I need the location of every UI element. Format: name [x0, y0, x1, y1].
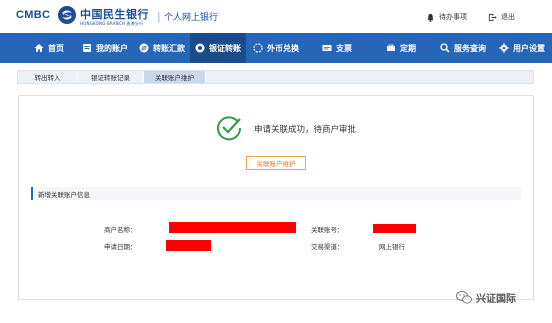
gear-icon: [499, 43, 509, 53]
site-title: 个人网上银行: [164, 13, 219, 23]
linked-account-label: 关联账号：: [311, 226, 344, 234]
account-icon: [83, 44, 91, 52]
logo-text-cn: 中国民生银行: [80, 8, 149, 21]
nav-label: 服务查询: [454, 43, 486, 53]
logo-text-en: CMBC: [16, 9, 51, 21]
logout-link[interactable]: 退出: [488, 12, 515, 22]
nav-label: 银证转账: [209, 43, 241, 53]
nav-item-securities-transfer[interactable]: 银证转账: [190, 33, 246, 63]
linked-account-maintenance-button[interactable]: 关联账户维护: [246, 156, 306, 170]
main-nav: 首页 我的账户 转账汇款 银证转账 外币兑换 支票 定期 服务查询 用户设置: [0, 33, 552, 63]
nav-label: 我的账户: [96, 43, 128, 53]
todo-label: 待办事项: [439, 13, 467, 21]
exchange-icon: [253, 43, 263, 53]
search-icon: [440, 43, 450, 53]
channel-label: 交易渠道：: [311, 243, 344, 251]
nav-item-service-query[interactable]: 服务查询: [434, 33, 492, 63]
cmbc-logo-icon: [58, 6, 76, 24]
watermark-text: 兴证国际: [476, 294, 516, 305]
transfer-icon: [139, 43, 149, 53]
logo-separator: |: [157, 10, 161, 23]
logout-label: 退出: [501, 13, 515, 21]
deposit-icon: [387, 44, 395, 51]
cheque-icon: [322, 45, 332, 51]
redacted-apply-date: [166, 240, 211, 251]
tab-linked-account-maintenance[interactable]: 关联账户维护: [144, 71, 206, 83]
redacted-linked-account: [373, 224, 416, 233]
subtab-bar: 转出转入 银证转账记录 关联账户维护: [17, 70, 534, 84]
nav-item-exchange[interactable]: 外币兑换: [246, 33, 306, 63]
tab-transfer-in-out[interactable]: 转出转入: [18, 71, 78, 83]
securities-transfer-icon: [195, 43, 205, 53]
watermark: 兴证国际: [456, 290, 516, 305]
nav-label: 用户设置: [513, 43, 545, 53]
nav-label: 外币兑换: [267, 43, 299, 53]
wechat-icon: [456, 291, 472, 304]
todo-link[interactable]: 待办事项: [426, 12, 467, 22]
logout-icon: [488, 13, 497, 21]
redacted-merchant-name: [169, 222, 296, 233]
nav-item-user-settings[interactable]: 用户设置: [492, 33, 552, 63]
header: CMBC 中国民生银行 HONGKONG BRANCH 香港分行 | 个人网上银…: [0, 0, 552, 33]
nav-item-transfer[interactable]: 转账汇款: [134, 33, 190, 63]
nav-item-deposit[interactable]: 定期: [368, 33, 434, 63]
apply-date-label: 申请日期：: [104, 243, 137, 251]
channel-value: 网上银行: [379, 243, 405, 251]
bell-icon: [427, 13, 434, 22]
success-message: 申请关联成功，待商户审批: [254, 125, 357, 135]
tab-transfer-records[interactable]: 银证转账记录: [78, 71, 144, 83]
logo-subtitle: HONGKONG BRANCH 香港分行: [80, 21, 144, 26]
section-title: 新增关联账户信息: [31, 187, 521, 200]
result-panel: 申请关联成功，待商户审批 关联账户维护 新增关联账户信息 商户名称： 关联账号：…: [18, 95, 534, 300]
nav-item-my-account[interactable]: 我的账户: [76, 33, 134, 63]
nav-item-cheque[interactable]: 支票: [306, 33, 368, 63]
nav-item-home[interactable]: 首页: [22, 33, 76, 63]
nav-label: 支票: [336, 43, 352, 53]
success-check-icon: [217, 116, 242, 141]
nav-label: 定期: [400, 43, 416, 53]
merchant-name-label: 商户名称：: [104, 226, 137, 234]
nav-label: 转账汇款: [153, 43, 185, 53]
nav-label: 首页: [48, 43, 64, 53]
home-icon: [34, 44, 44, 52]
